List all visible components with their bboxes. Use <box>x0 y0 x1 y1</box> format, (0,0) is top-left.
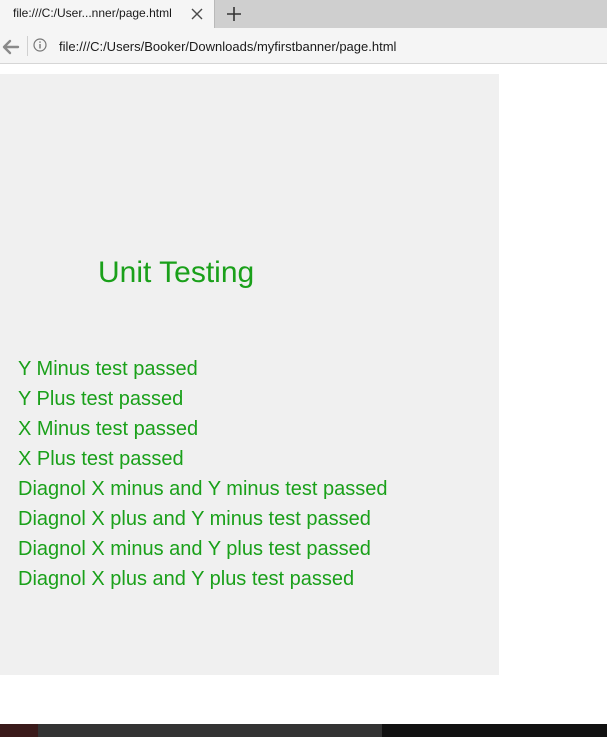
address-bar[interactable]: file:///C:/Users/Booker/Downloads/myfirs… <box>59 39 396 54</box>
list-item: X Minus test passed <box>18 418 199 440</box>
page-title: Unit Testing <box>98 256 255 289</box>
close-icon[interactable] <box>189 6 205 22</box>
plus-icon[interactable] <box>225 5 243 23</box>
nav-divider <box>27 36 28 56</box>
back-arrow-icon[interactable] <box>0 36 22 58</box>
taskbar-start[interactable] <box>0 724 38 737</box>
tab-bar: file:///C:/User...nner/page.html <box>0 0 607 28</box>
list-item: Diagnol X minus and Y minus test passed <box>18 478 388 500</box>
banner: Unit Testing Y Minus test passed Y Plus … <box>0 74 499 675</box>
taskbar-tray <box>382 724 607 737</box>
list-item: Diagnol X plus and Y minus test passed <box>18 508 371 530</box>
list-item: Diagnol X minus and Y plus test passed <box>18 538 371 560</box>
list-item: Diagnol X plus and Y plus test passed <box>18 568 355 590</box>
taskbar <box>0 724 607 737</box>
list-item: X Plus test passed <box>18 448 184 470</box>
taskbar-middle <box>38 724 382 737</box>
browser-tab[interactable]: file:///C:/User...nner/page.html <box>0 0 215 28</box>
info-icon[interactable] <box>33 38 47 52</box>
list-item: Y Plus test passed <box>18 388 184 410</box>
test-results-list: Y Minus test passed Y Plus test passed X… <box>18 354 387 594</box>
tab-title: file:///C:/User...nner/page.html <box>13 6 172 20</box>
page-content: Unit Testing Y Minus test passed Y Plus … <box>0 64 607 724</box>
list-item: Y Minus test passed <box>18 358 198 380</box>
navigation-bar: file:///C:/Users/Booker/Downloads/myfirs… <box>0 28 607 64</box>
